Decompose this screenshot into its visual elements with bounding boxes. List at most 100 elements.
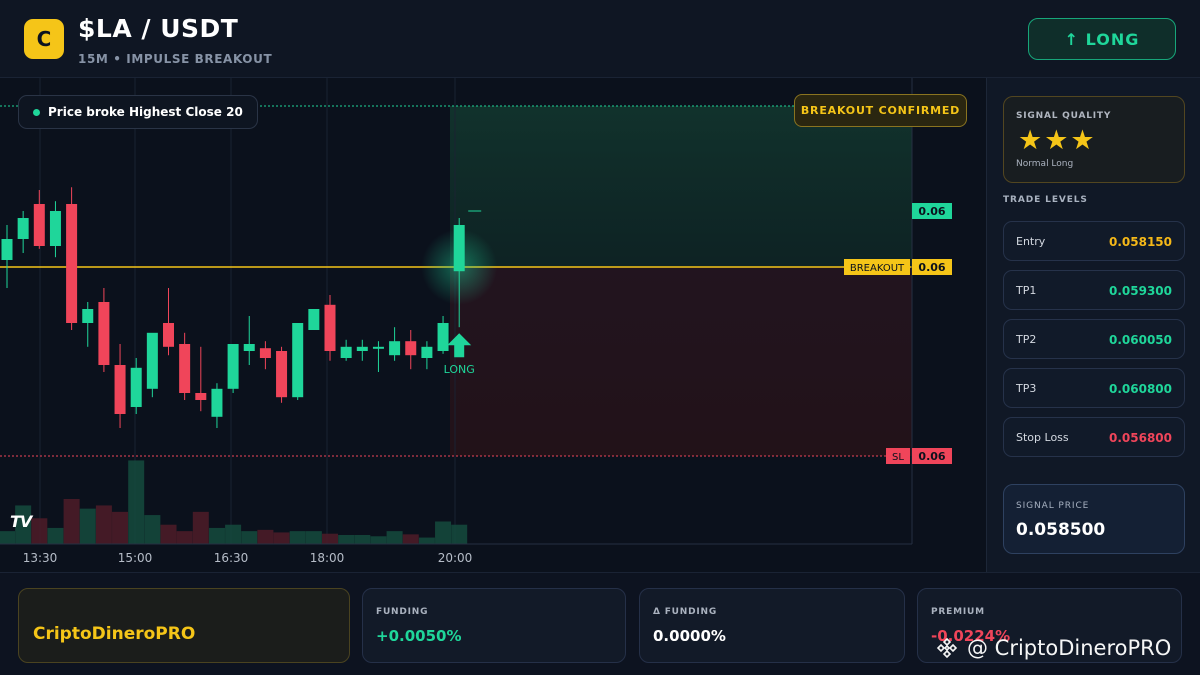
volume-bar-0: [0, 531, 15, 544]
volume-bar-23: [370, 536, 387, 544]
volume-bar-22: [354, 535, 371, 544]
stat-value: 0.0000%: [653, 627, 726, 645]
level-label: Entry: [1016, 235, 1046, 248]
level-value: 0.056800: [1108, 431, 1172, 445]
level-value: 0.060800: [1108, 382, 1172, 396]
level-tag-value-3: 0.06: [918, 450, 945, 463]
volume-bar-25: [402, 534, 419, 544]
stat-label: PREMIUM: [931, 607, 985, 617]
footer-stats: CriptoDineroPRO FUNDING +0.0050% Δ FUNDI…: [0, 572, 1200, 675]
time-label-4: 20:00: [438, 551, 473, 565]
volume-bar-11: [176, 531, 193, 544]
candle-25: [405, 341, 417, 356]
volume-bar-2: [31, 518, 48, 544]
brand-card: CriptoDineroPRO: [18, 588, 350, 663]
volume-bar-26: [418, 537, 435, 544]
binance-watermark: @ CriptoDineroPRO: [935, 636, 1171, 660]
watermark-text: @ CriptoDineroPRO: [967, 636, 1172, 660]
signal-price-label: SIGNAL PRICE: [1016, 501, 1090, 511]
long-signal-button[interactable]: ↑ LONG: [1028, 18, 1176, 60]
volume-bar-5: [79, 508, 96, 544]
time-label-0: 13:30: [23, 551, 58, 565]
candle-13: [211, 388, 223, 417]
candle-18: [292, 323, 304, 398]
candle-23: [372, 346, 384, 349]
level-stop-loss: Stop Loss 0.056800: [1003, 417, 1185, 457]
candle-8: [130, 367, 142, 407]
volume-bar-6: [95, 505, 112, 544]
stat-value: +0.0050%: [376, 627, 462, 645]
candle-11: [179, 344, 191, 393]
candle-0: [1, 239, 13, 260]
tradingview-logo: TV: [10, 512, 32, 531]
volume-bar-13: [208, 527, 225, 544]
stat-label: FUNDING: [376, 607, 429, 617]
level-tag-value-1: 0.06: [918, 205, 945, 218]
time-label-3: 18:00: [310, 551, 345, 565]
candle-12: [195, 393, 207, 400]
brand-logo-icon: C: [24, 19, 64, 59]
candle-19: [308, 309, 320, 330]
volume-bar-27: [435, 521, 452, 544]
level-entry: Entry 0.058150: [1003, 221, 1185, 261]
level-value: 0.059300: [1108, 284, 1172, 298]
level-value: 0.060050: [1108, 333, 1172, 347]
level-tp3: TP3 0.060800: [1003, 368, 1185, 408]
stat-label: Δ FUNDING: [653, 607, 718, 617]
candle-14: [227, 344, 239, 389]
time-label-2: 16:30: [214, 551, 249, 565]
volume-bar-9: [144, 515, 161, 544]
candlestick-chart[interactable]: LONG13:3015:0016:3018:0020:00TP10.060.06…: [0, 78, 986, 572]
candle-26: [421, 346, 433, 358]
volume-bar-20: [322, 533, 338, 544]
level-tp1: TP1 0.059300: [1003, 270, 1185, 310]
level-tag-name-2: BREAKOUT: [850, 263, 905, 274]
candle-5: [82, 309, 94, 323]
candle-15: [243, 344, 255, 351]
trade-levels-title: TRADE LEVELS: [1003, 195, 1088, 205]
candle-1: [17, 218, 29, 239]
level-tag-name-3: SL: [892, 452, 904, 463]
signal-panel: SIGNAL QUALITY ★★★ Normal Long TRADE LEV…: [986, 78, 1200, 572]
take-profit-zone: [450, 106, 912, 267]
level-label: TP2: [1016, 333, 1037, 346]
candle-6: [98, 302, 110, 365]
volume-bar-3: [47, 527, 64, 544]
volume-bar-15: [241, 531, 258, 544]
volume-bar-28: [451, 524, 468, 544]
candle-28: [453, 225, 465, 272]
signal-quality-card: SIGNAL QUALITY ★★★ Normal Long: [1003, 96, 1185, 183]
candle-22: [356, 346, 368, 351]
volume-bar-4: [63, 499, 80, 544]
candle-9: [146, 332, 158, 389]
level-label: Stop Loss: [1016, 431, 1069, 444]
level-tag-value-2: 0.06: [918, 261, 945, 274]
candle-16: [259, 348, 271, 358]
status-text: Price broke Highest Close 20: [48, 105, 243, 119]
volume-bar-16: [257, 529, 274, 544]
time-label-1: 15:00: [118, 551, 153, 565]
volume-bar-24: [386, 531, 403, 544]
header: C $LA / USDT 15M • IMPULSE BREAKOUT ↑ LO…: [0, 0, 1200, 78]
stop-loss-zone: [450, 267, 912, 456]
binance-logo-icon: [936, 637, 958, 659]
volume-bar-14: [225, 524, 242, 544]
pair-title: $LA / USDT: [78, 14, 239, 43]
brand-name: CriptoDineroPRO: [33, 624, 196, 644]
volume-bar-17: [273, 532, 290, 544]
candle-17: [276, 351, 288, 398]
signal-price-value: 0.058500: [1016, 520, 1106, 540]
candle-24: [389, 341, 401, 356]
level-value: 0.058150: [1108, 235, 1172, 249]
volume-bar-10: [160, 524, 177, 544]
star-rating-icon: ★★★: [1018, 125, 1097, 156]
price-chart[interactable]: LONG13:3015:0016:3018:0020:00TP10.060.06…: [0, 78, 986, 572]
breakout-confirmed-badge: BREAKOUT CONFIRMED: [794, 94, 967, 127]
volume-bar-19: [305, 531, 322, 544]
volume-bar-21: [338, 535, 355, 544]
candle-3: [49, 211, 61, 246]
candle-4: [66, 204, 78, 323]
candle-2: [33, 204, 45, 246]
candle-20: [324, 304, 336, 351]
level-label: TP1: [1016, 284, 1037, 297]
